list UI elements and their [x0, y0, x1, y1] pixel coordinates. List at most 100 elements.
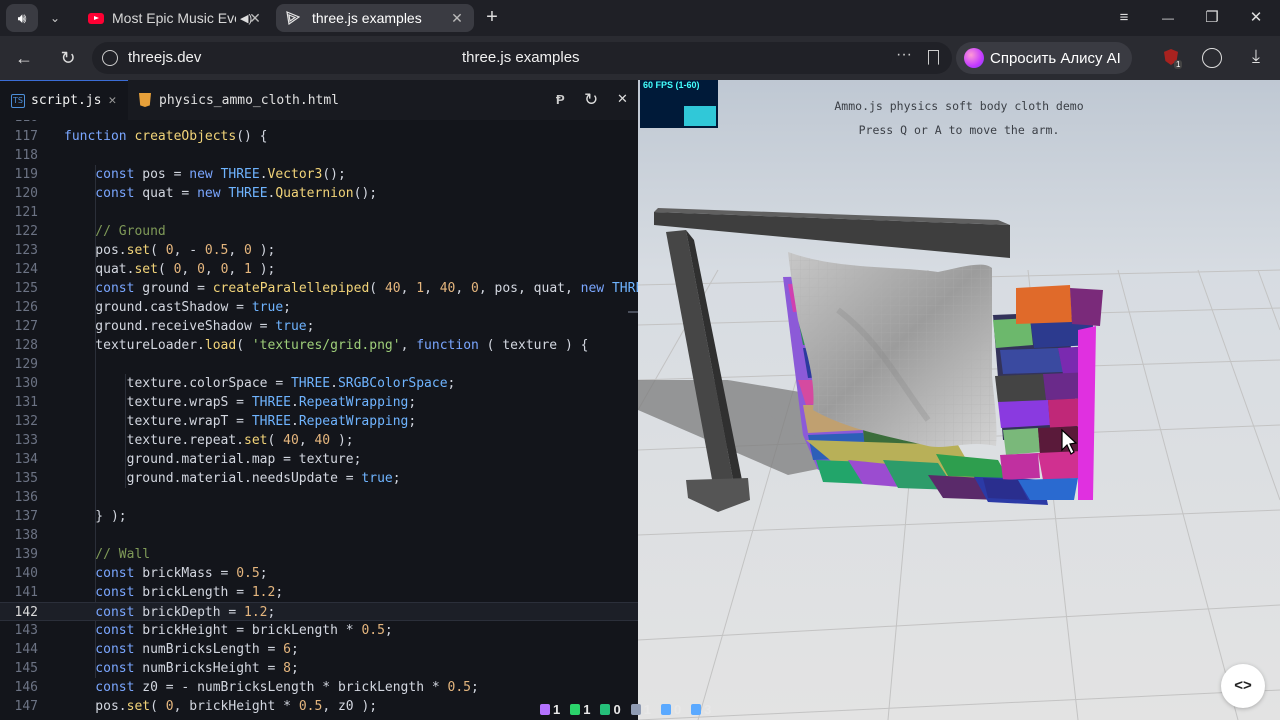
- code-line[interactable]: 120 const quat = new THREE.Quaternion();: [0, 184, 638, 203]
- close-tab-icon[interactable]: ✕: [108, 93, 122, 108]
- bookmark-icon[interactable]: [928, 50, 939, 65]
- code-text: pos.set( 0, brickHeight * 0.5, z0 );: [64, 697, 377, 716]
- code-line[interactable]: 124 quat.set( 0, 0, 0, 1 );: [0, 260, 638, 279]
- code-line[interactable]: 123 pos.set( 0, - 0.5, 0 );: [0, 241, 638, 260]
- close-window-button[interactable]: ✕: [1234, 0, 1278, 36]
- code-token: createParalellepiped: [212, 281, 370, 296]
- code-token: 0.5: [447, 680, 472, 695]
- view-source-button[interactable]: <>: [1221, 664, 1265, 708]
- code-token: 0.5: [298, 699, 323, 714]
- status-counter[interactable]: 1: [630, 700, 651, 718]
- code-line[interactable]: 130 texture.colorSpace = THREE.SRGBColor…: [0, 374, 638, 393]
- close-tab-icon[interactable]: ✕: [448, 9, 466, 27]
- code-token: 8: [283, 661, 291, 676]
- close-tab-icon[interactable]: ✕: [246, 9, 264, 27]
- demo-title: Ammo.js physics soft body cloth demo: [834, 99, 1084, 113]
- code-line[interactable]: 146 const z0 = - numBricksLength * brick…: [0, 678, 638, 697]
- status-counter[interactable]: 3: [691, 700, 711, 718]
- status-counter-value: 1: [553, 701, 561, 717]
- code-token: 40: [384, 281, 401, 296]
- browser-menu-button[interactable]: ≡: [1102, 0, 1146, 36]
- restore-button[interactable]: ❐: [1190, 0, 1234, 36]
- prettier-icon[interactable]: Ᵽ: [556, 92, 570, 108]
- code-line[interactable]: 136: [0, 488, 638, 507]
- code-token: );: [251, 262, 276, 277]
- line-number: 140: [14, 566, 38, 581]
- code-text: const pos = new THREE.Vector3();: [64, 165, 346, 184]
- more-icon[interactable]: ···: [896, 46, 912, 64]
- code-line[interactable]: 141 const brickLength = 1.2;: [0, 583, 638, 602]
- close-editor-button[interactable]: ✕: [617, 91, 631, 109]
- back-button[interactable]: ←: [10, 44, 38, 72]
- ask-alisa-button[interactable]: Спросить Алису AI: [956, 42, 1132, 74]
- code-line[interactable]: 121: [0, 203, 638, 222]
- line-number: 139: [14, 547, 38, 562]
- code-token: new: [580, 281, 612, 296]
- code-line[interactable]: 118: [0, 146, 638, 165]
- sound-icon[interactable]: 🔊︎: [6, 4, 38, 32]
- reload-preview-button[interactable]: ↻: [584, 90, 602, 110]
- code-line[interactable]: 135 ground.material.needsUpdate = true;: [0, 469, 638, 488]
- code-text: const brickHeight = brickLength * 0.5;: [64, 621, 392, 640]
- code-line[interactable]: 133 texture.repeat.set( 40, 40 );: [0, 431, 638, 450]
- new-tab-button[interactable]: +: [480, 6, 504, 30]
- code-line[interactable]: 134 ground.material.map = texture;: [0, 450, 638, 469]
- code-token: ,: [204, 262, 221, 277]
- code-token: ();: [353, 186, 378, 201]
- editor-tab-label: script.js: [31, 93, 102, 108]
- code-token: ,: [424, 281, 440, 296]
- tab-threejs[interactable]: three.js examples ✕: [276, 4, 474, 32]
- status-counter[interactable]: 0: [660, 700, 681, 718]
- media-player-icon[interactable]: [1202, 48, 1222, 68]
- line-number: 121: [14, 205, 38, 220]
- code-token: ;: [408, 414, 417, 429]
- tab-youtube[interactable]: Most Epic Music Ever ◀︎) ✕: [78, 4, 272, 32]
- demo-instructions: Press Q or A to move the arm.: [858, 123, 1060, 137]
- status-counter[interactable]: 1: [540, 700, 560, 718]
- code-line[interactable]: 140 const brickMass = 0.5;: [0, 564, 638, 583]
- status-counter[interactable]: 0: [600, 700, 621, 718]
- code-line[interactable]: 145 const numBricksHeight = 8;: [0, 659, 638, 678]
- site-info-icon[interactable]: [102, 50, 118, 66]
- status-counter[interactable]: 1: [570, 700, 590, 718]
- reload-button[interactable]: ↻: [54, 44, 82, 72]
- code-token: ,: [455, 281, 472, 296]
- code-token: ;: [275, 585, 284, 600]
- code-line[interactable]: 116: [0, 120, 638, 127]
- code-line[interactable]: 125 const ground = createParalellepiped(…: [0, 279, 638, 298]
- minimize-button[interactable]: —: [1146, 0, 1190, 36]
- scene-render[interactable]: [638, 80, 1280, 720]
- code-line[interactable]: 143 const brickHeight = brickLength * 0.…: [0, 621, 638, 640]
- editor-tab-script[interactable]: TS script.js ✕: [0, 80, 128, 120]
- code-line[interactable]: 138: [0, 526, 638, 545]
- code-token: ground.receiveShadow =: [64, 319, 276, 334]
- code-area[interactable]: 116117function createObjects() {118119 c…: [0, 120, 638, 720]
- threejs-preview[interactable]: 60 FPS (1-60) Ammo.js physics soft body …: [638, 80, 1280, 720]
- url-field[interactable]: threejs.dev three.js examples ···: [92, 42, 952, 74]
- status-counter-icon: [630, 703, 641, 715]
- code-line[interactable]: 142 const brickDepth = 1.2;: [0, 602, 638, 621]
- code-line[interactable]: 144 const numBricksLength = 6;: [0, 640, 638, 659]
- code-token: 0: [197, 262, 205, 277]
- editor-tab-html[interactable]: physics_ammo_cloth.html: [128, 80, 358, 120]
- code-line[interactable]: 119 const pos = new THREE.Vector3();: [0, 165, 638, 184]
- code-token: ;: [471, 680, 479, 695]
- code-text: ground.receiveShadow = true;: [64, 317, 314, 336]
- code-line[interactable]: 137 } );: [0, 507, 638, 526]
- code-token: createObjects: [134, 129, 237, 144]
- code-line[interactable]: 122 // Ground: [0, 222, 638, 241]
- code-line[interactable]: 129: [0, 355, 638, 374]
- downloads-icon[interactable]: ⤓: [1246, 46, 1266, 70]
- code-line[interactable]: 128 textureLoader.load( 'textures/grid.p…: [0, 336, 638, 355]
- tabs-dropdown-icon[interactable]: ⌄: [42, 4, 68, 32]
- code-line[interactable]: 117 function createObjects() {: [0, 127, 638, 146]
- code-line[interactable]: 132 texture.wrapT = THREE.RepeatWrapping…: [0, 412, 638, 431]
- fps-label: 60 FPS (1-60): [643, 80, 700, 90]
- code-token: .: [330, 376, 338, 391]
- code-token: ();: [322, 167, 346, 182]
- status-counter-icon: [570, 703, 581, 715]
- code-line[interactable]: 139 // Wall: [0, 545, 638, 564]
- code-line[interactable]: 127 ground.receiveShadow = true;: [0, 317, 638, 336]
- code-line[interactable]: 131 texture.wrapS = THREE.RepeatWrapping…: [0, 393, 638, 412]
- code-line[interactable]: 126 ground.castShadow = true;: [0, 298, 638, 317]
